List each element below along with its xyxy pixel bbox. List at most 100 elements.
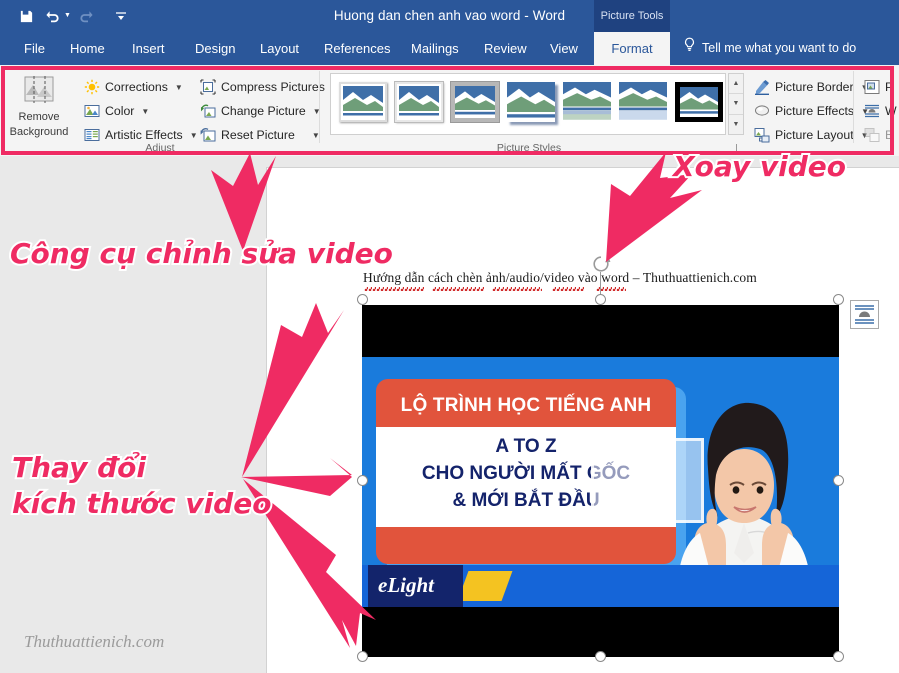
- resize-handle-middle-left[interactable]: [357, 475, 368, 486]
- scroll-down-icon[interactable]: ▼: [729, 94, 743, 115]
- resize-handle-top-right[interactable]: [833, 294, 844, 305]
- tab-review[interactable]: Review: [474, 32, 537, 65]
- change-picture-button[interactable]: Change Picture ▼: [200, 100, 321, 122]
- tab-design[interactable]: Design: [185, 32, 245, 65]
- bring-forward-icon: [864, 127, 880, 143]
- reset-picture-label: Reset Picture: [221, 128, 295, 142]
- picture-styles-gallery[interactable]: [330, 73, 726, 135]
- tell-me-label: Tell me what you want to do: [702, 41, 857, 55]
- bring-forward-label: B: [885, 128, 894, 142]
- remove-background-button[interactable]: Remove Background: [8, 71, 70, 145]
- reset-picture-icon: [200, 127, 216, 143]
- corrections-icon: [84, 79, 100, 95]
- bring-forward-button[interactable]: B: [864, 124, 893, 146]
- tab-references[interactable]: References: [314, 32, 400, 65]
- compress-pictures-icon: [200, 79, 216, 95]
- yellow-parallelogram: [457, 571, 513, 601]
- undo-dropdown-caret[interactable]: ▼: [64, 4, 71, 28]
- group-divider: [853, 71, 854, 143]
- remove-background-label-1: Remove: [18, 111, 60, 123]
- resize-handle-top-center[interactable]: [595, 294, 606, 305]
- document-text-line[interactable]: Hướng dẫn cách chèn ảnh/audio/video vào …: [363, 270, 757, 286]
- spellcheck-squiggle: [552, 287, 584, 291]
- picture-style-thumb-4[interactable]: [563, 82, 611, 122]
- picture-border-button[interactable]: Picture Border ▼: [754, 76, 869, 98]
- annotation-rotate-video: Xoay video: [671, 148, 848, 185]
- picture-style-thumb-2-selected[interactable]: [451, 82, 499, 122]
- picture-style-thumb-1[interactable]: [394, 81, 444, 123]
- tab-file[interactable]: File: [14, 32, 55, 65]
- title-bar: Huong dan chen anh vao word - Word ▼ Pic…: [0, 0, 899, 32]
- picture-layout-icon: [754, 127, 770, 143]
- tab-layout[interactable]: Layout: [250, 32, 309, 65]
- ribbon-tabs: File Home Insert Design Layout Reference…: [0, 32, 899, 65]
- ribbon-group-adjust: Remove Background Corrections ▼ Color ▼: [0, 65, 325, 156]
- corrections-caret-icon[interactable]: ▼: [175, 83, 183, 92]
- spellcheck-squiggle: [432, 287, 484, 291]
- annotation-resize-video-line1: Thay đổi: [10, 449, 148, 486]
- elight-logo-text: eLight: [378, 573, 434, 597]
- wrap-text-icon: [864, 103, 880, 119]
- group-divider: [319, 71, 320, 143]
- picture-style-thumb-6[interactable]: [675, 82, 723, 122]
- rotation-handle-icon[interactable]: [591, 254, 611, 274]
- picture-effects-icon: [754, 103, 770, 119]
- rotation-handle-stem: [600, 272, 602, 296]
- save-icon[interactable]: [14, 4, 38, 28]
- compress-pictures-button[interactable]: Compress Pictures: [200, 76, 325, 98]
- spellcheck-squiggle: [364, 287, 424, 291]
- play-button-overlay[interactable]: [591, 438, 704, 523]
- video-card-title: LỘ TRÌNH HỌC TIẾNG ANH: [400, 395, 652, 416]
- position-label: P: [885, 80, 894, 94]
- document-title: Huong dan chen anh vao word - Word: [333, 8, 566, 23]
- customize-qat-icon[interactable]: [109, 4, 133, 28]
- ribbon-group-picture-styles: ▲ ▼ ▼ Picture Border ▼ Picture Effects ▼: [324, 65, 869, 156]
- resize-handle-bottom-center[interactable]: [595, 651, 606, 662]
- tab-mailings[interactable]: Mailings: [401, 32, 469, 65]
- tab-home[interactable]: Home: [60, 32, 115, 65]
- resize-handle-middle-right[interactable]: [833, 475, 844, 486]
- color-icon: [84, 103, 100, 119]
- picture-layout-button[interactable]: Picture Layout ▼: [754, 124, 869, 146]
- resize-handle-bottom-right[interactable]: [833, 651, 844, 662]
- artistic-effects-icon: [84, 127, 100, 143]
- tab-insert[interactable]: Insert: [122, 32, 175, 65]
- spellcheck-squiggle: [492, 287, 542, 291]
- video-bottom-bar: eLight: [362, 565, 839, 607]
- resize-handle-bottom-left[interactable]: [357, 651, 368, 662]
- picture-border-label: Picture Border: [775, 80, 854, 94]
- tab-format[interactable]: Format: [594, 32, 670, 65]
- compress-pictures-label: Compress Pictures: [221, 80, 325, 94]
- more-styles-icon[interactable]: ▼: [729, 115, 743, 134]
- picture-border-icon: [754, 79, 770, 95]
- quick-access-toolbar: ▼: [14, 4, 133, 28]
- picture-style-thumb-0[interactable]: [339, 82, 387, 122]
- picture-style-thumb-5[interactable]: [619, 82, 667, 122]
- corrections-button[interactable]: Corrections ▼: [84, 76, 183, 98]
- artistic-effects-caret-icon[interactable]: ▼: [190, 131, 198, 140]
- wrap-text-label: W: [885, 104, 897, 118]
- picture-effects-button[interactable]: Picture Effects ▼: [754, 100, 869, 122]
- word-window: Huong dan chen anh vao word - Word ▼ Pic…: [0, 0, 899, 673]
- contextual-tab-group-label: Picture Tools: [594, 0, 670, 32]
- picture-style-thumb-3[interactable]: [507, 82, 555, 122]
- tell-me-box[interactable]: Tell me what you want to do: [683, 32, 856, 65]
- position-icon: [864, 79, 880, 95]
- embedded-video-object[interactable]: LỘ TRÌNH HỌC TIẾNG ANH A TO Z CHO NGƯỜI …: [362, 305, 839, 657]
- redo-icon: [74, 4, 98, 28]
- ribbon-group-arrange: P W B: [858, 65, 899, 156]
- tab-view[interactable]: View: [540, 32, 588, 65]
- undo-icon[interactable]: [41, 4, 65, 28]
- picture-layout-label: Picture Layout: [775, 128, 854, 142]
- color-button[interactable]: Color ▼: [84, 100, 149, 122]
- ribbon: Remove Background Corrections ▼ Color ▼: [0, 65, 899, 156]
- layout-options-button[interactable]: [850, 300, 879, 329]
- scroll-up-icon[interactable]: ▲: [729, 74, 743, 95]
- change-picture-label: Change Picture: [221, 104, 306, 118]
- wrap-text-button[interactable]: W: [864, 100, 897, 122]
- remove-background-icon: [22, 75, 56, 109]
- resize-handle-top-left[interactable]: [357, 294, 368, 305]
- position-button[interactable]: P: [864, 76, 893, 98]
- picture-styles-scrollbar[interactable]: ▲ ▼ ▼: [728, 73, 744, 135]
- color-caret-icon[interactable]: ▼: [141, 107, 149, 116]
